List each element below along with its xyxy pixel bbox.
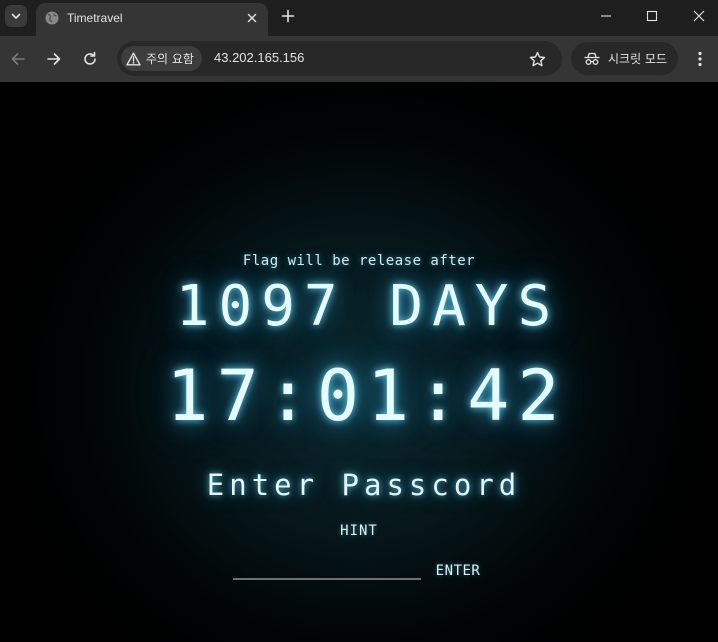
browser-window: Timetravel 주의 요함 43.202.165.156 시크릿 모드 F…	[0, 0, 718, 642]
url-text[interactable]: 43.202.165.156	[214, 50, 304, 65]
countdown-clock: 17:01:42	[166, 355, 568, 437]
reload-icon	[84, 51, 96, 65]
arrow-right-icon	[47, 53, 61, 65]
close-icon	[693, 10, 705, 22]
security-chip-label: 주의 요함	[146, 52, 194, 66]
minimize-button[interactable]	[583, 0, 629, 32]
kebab-menu-icon	[698, 51, 702, 67]
incognito-label: 시크릿 모드	[608, 52, 668, 66]
bookmark-button[interactable]	[527, 49, 547, 69]
passcode-input[interactable]	[233, 558, 421, 580]
back-button[interactable]	[6, 47, 30, 71]
forward-button[interactable]	[42, 47, 66, 71]
incognito-icon	[584, 52, 600, 65]
chevron-down-icon	[11, 13, 21, 19]
countdown-subtitle: Flag will be release after	[242, 253, 476, 269]
warning-icon	[126, 52, 141, 65]
star-icon	[529, 51, 545, 66]
globe-icon	[45, 11, 59, 25]
close-window-button[interactable]	[676, 0, 718, 32]
tab-list-button[interactable]	[5, 5, 27, 27]
arrow-left-icon	[11, 53, 25, 65]
tab-strip: Timetravel	[0, 0, 718, 36]
incognito-indicator[interactable]: 시크릿 모드	[571, 42, 678, 75]
hint-link[interactable]: HINT	[0, 523, 718, 539]
maximize-button-icon-holder	[630, 0, 676, 32]
tab-close-button[interactable]	[243, 9, 261, 27]
close-icon	[247, 13, 257, 23]
new-tab-button[interactable]	[277, 5, 299, 27]
reload-button[interactable]	[78, 47, 102, 71]
tab-timetravel[interactable]: Timetravel	[36, 3, 268, 36]
page-content: Flag will be release after 1097 DAYS 17:…	[0, 82, 718, 642]
enter-button[interactable]: ENTER	[431, 560, 485, 582]
browser-toolbar: 주의 요함 43.202.165.156 시크릿 모드	[0, 36, 718, 82]
tab-title: Timetravel	[67, 11, 123, 25]
security-warning-chip[interactable]: 주의 요함	[121, 46, 202, 71]
minimize-icon	[601, 15, 611, 17]
address-bar[interactable]: 주의 요함 43.202.165.156	[117, 41, 562, 76]
days-counter: 1097 DAYS	[175, 274, 561, 339]
plus-icon	[281, 9, 295, 23]
browser-menu-button[interactable]	[690, 47, 710, 71]
passcode-heading: Enter Passcord	[206, 468, 522, 502]
